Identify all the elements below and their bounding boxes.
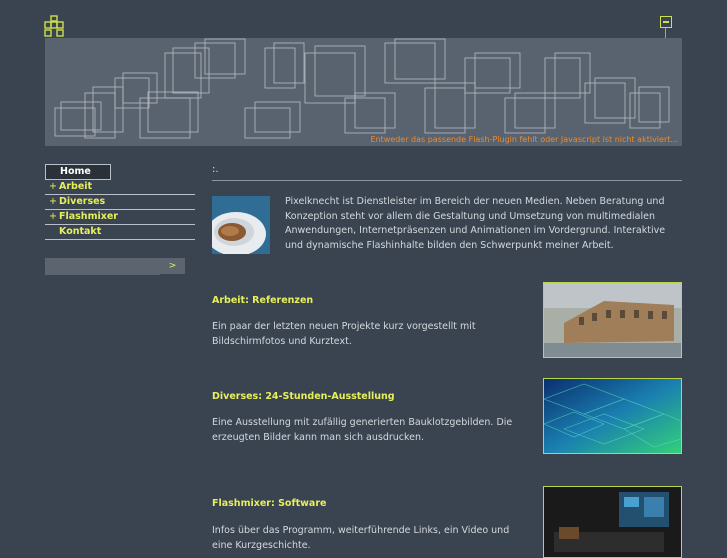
section-text: Infos über das Programm, weiterführende … (212, 525, 510, 551)
plus-icon: + (49, 196, 57, 207)
nav-item-flashmixer[interactable]: + Flashmixer (45, 210, 195, 225)
divider (212, 180, 682, 181)
section-text: Eine Ausstellung mit zufällig generierte… (212, 417, 513, 443)
nav-item-label: Diverses (59, 196, 106, 207)
nav-item-home[interactable]: Home (45, 164, 111, 180)
thumbnail-diverses[interactable] (543, 378, 682, 454)
breadcrumb: :. (212, 164, 219, 175)
divider (665, 28, 666, 38)
section-title-diverses[interactable]: Diverses: 24-Stunden-Ausstellung (212, 391, 395, 402)
section-title-flashmixer[interactable]: Flashmixer: Software (212, 498, 326, 509)
coffee-cup-image (212, 196, 270, 254)
minimize-icon[interactable] (660, 16, 672, 28)
intro-text: Pixelknecht ist Dienstleister im Bereich… (285, 196, 666, 251)
main-nav: Home + Arbeit + Diverses + Flashmixer Ko… (45, 164, 195, 240)
nav-item-arbeit[interactable]: + Arbeit (45, 180, 195, 195)
password-input[interactable] (102, 258, 160, 275)
nav-item-diverses[interactable]: + Diverses (45, 195, 195, 210)
wireframe-boxes-graphic (54, 38, 670, 139)
thumbnail-arbeit[interactable] (543, 282, 682, 358)
nav-item-label: Arbeit (59, 181, 93, 192)
nav-item-label: Home (60, 166, 91, 177)
go-button[interactable]: > (160, 258, 185, 274)
nav-item-label: Kontakt (59, 226, 102, 237)
section-title-arbeit[interactable]: Arbeit: Referenzen (212, 295, 313, 306)
plus-icon: + (49, 181, 57, 192)
search-input[interactable] (45, 258, 103, 275)
logo-icon[interactable] (44, 15, 64, 37)
plus-icon: + (49, 211, 57, 222)
nav-item-label: Flashmixer (59, 211, 118, 222)
plugin-warning: Entweder das passende Flash-Plugin fehlt… (370, 135, 679, 144)
flash-banner: Entweder das passende Flash-Plugin fehlt… (45, 38, 682, 146)
section-text: Ein paar der letzten neuen Projekte kurz… (212, 321, 476, 347)
thumbnail-flashmixer[interactable] (543, 486, 682, 558)
nav-item-kontakt[interactable]: Kontakt (45, 225, 195, 240)
